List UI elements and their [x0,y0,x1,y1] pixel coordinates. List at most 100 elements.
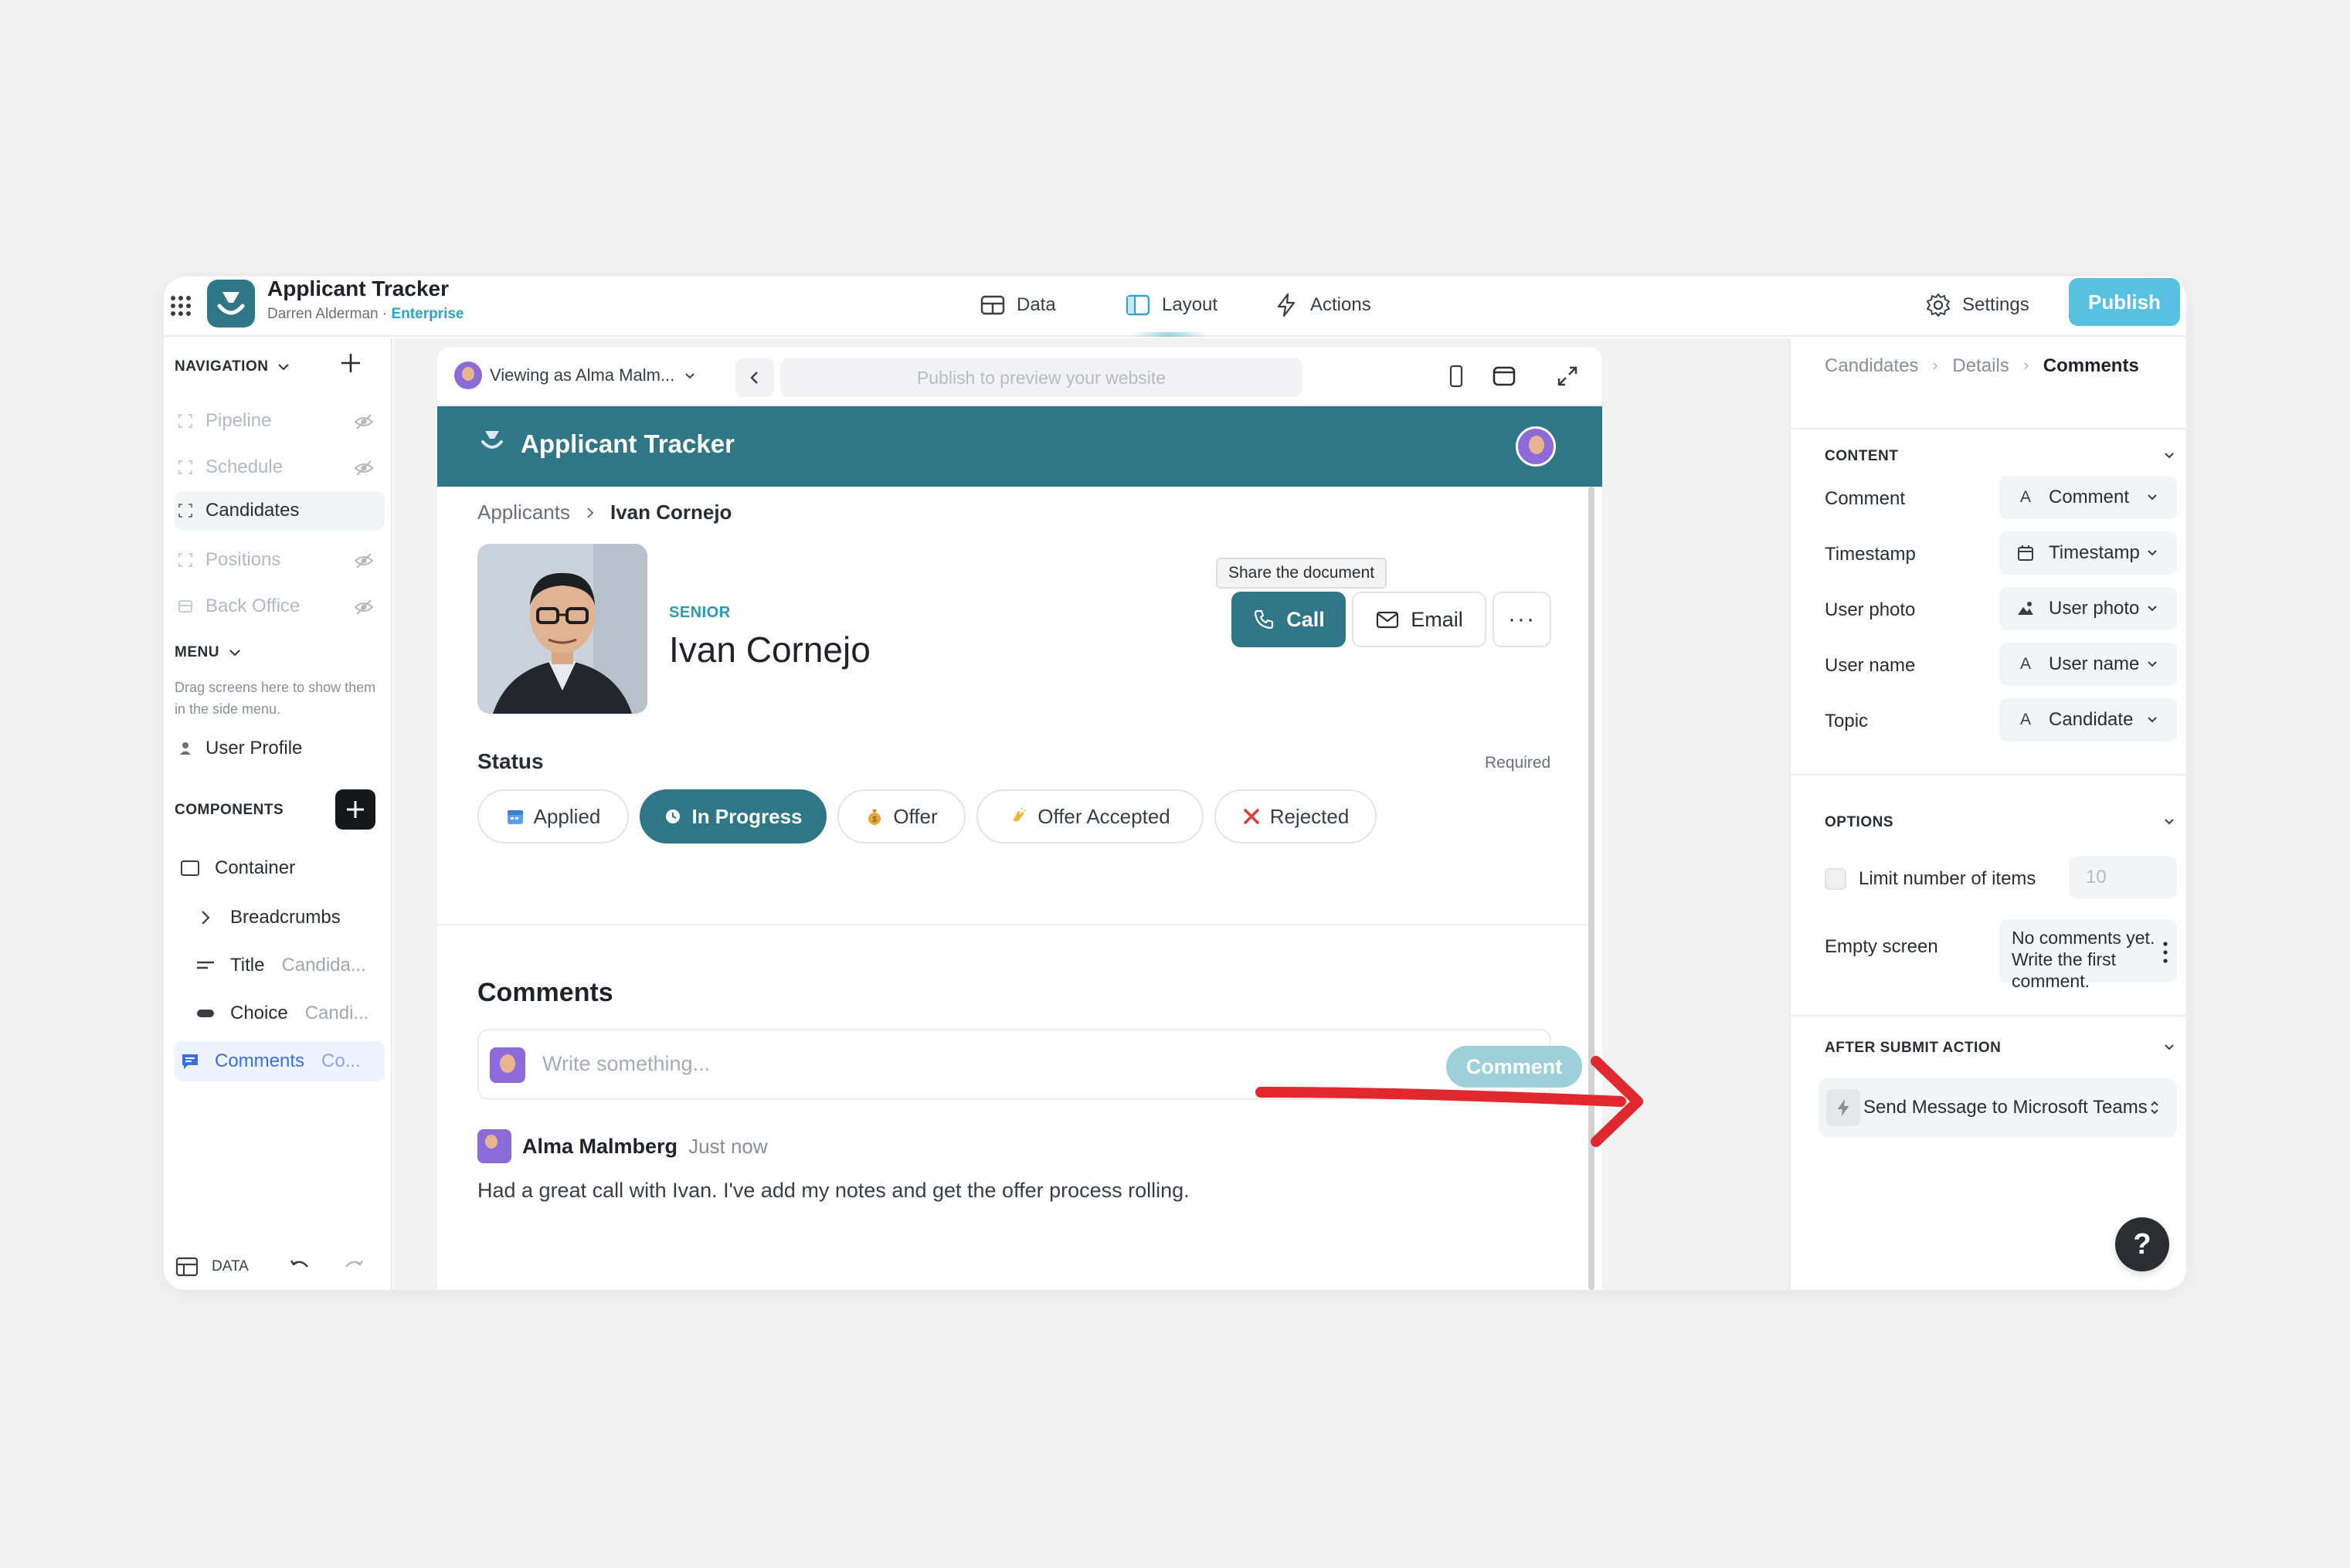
menu-item-user-profile[interactable]: User Profile [175,729,385,768]
sidebar-item-label: Candidates [205,500,300,521]
owner-name: Darren Alderman [267,306,379,322]
status-chip-in-progress[interactable]: In Progress [640,789,827,843]
back-button[interactable] [735,358,774,397]
eye-off-icon[interactable] [354,412,374,432]
empty-screen-input[interactable]: No comments yet. Write the first comment… [1999,919,2177,991]
chevron-down-icon [278,364,290,371]
screen-icon [178,460,192,474]
data-footer-label[interactable]: DATA [212,1258,249,1275]
component-title[interactable]: Title Candida... [175,945,385,986]
status-chip-rejected[interactable]: Rejected [1214,789,1377,843]
select-value: User name [2049,653,2140,674]
status-chip-applied[interactable]: Applied [477,789,629,843]
chevron-down-icon[interactable] [2162,448,2177,463]
status-chip-offer[interactable]: $ Offer [837,789,966,843]
avatar [490,1047,525,1083]
call-button[interactable]: Call [1231,592,1346,647]
content-section-heading[interactable]: CONTENT [1825,448,1898,465]
chevron-left-icon [750,372,758,384]
sidebar-item-schedule[interactable]: Schedule [175,448,385,487]
email-button[interactable]: Email [1352,592,1486,647]
breadcrumb: Applicants Ivan Cornejo [477,501,732,524]
comment-source-select[interactable]: A Comment [1999,476,2177,519]
component-label: Choice [230,1003,288,1023]
field-label: Comment [1825,488,1906,509]
chevron-right-icon [587,507,594,518]
settings-label: Settings [1962,294,2029,315]
component-breadcrumbs[interactable]: Breadcrumbs [175,898,385,938]
clap-icon [1013,807,1027,822]
status-chip-label: Offer Accepted [1037,804,1170,828]
sidebar-item-back-office[interactable]: Back Office [175,587,385,626]
text-type-icon: A [2019,488,2031,506]
user-name-source-select[interactable]: A User name [1999,643,2177,686]
preview-app-title: Applicant Tracker [521,429,735,458]
component-choice[interactable]: Choice Candi... [175,993,385,1033]
comment-text: Had a great call with Ivan. I've add my … [477,1179,1190,1202]
add-screen-icon[interactable] [338,351,363,375]
more-vertical-icon[interactable] [2163,941,2168,964]
avatar[interactable] [1516,426,1556,467]
breadcrumb-current: Ivan Cornejo [610,501,732,524]
divider [1791,774,2186,776]
menu-heading[interactable]: MENU [175,644,243,661]
app-window: Applicant Tracker Darren Alderman · Ente… [164,277,2186,1290]
app-name: Applicant Tracker [267,277,449,300]
candidate-level-tag: SENIOR [669,604,731,621]
after-submit-section-heading[interactable]: AFTER SUBMIT ACTION [1825,1040,2001,1057]
component-container[interactable]: Container [175,848,385,888]
app-logo-icon [217,292,245,315]
tab-actions[interactable]: Actions [1273,287,1371,323]
status-chip-label: In Progress [691,804,803,828]
desktop-icon[interactable] [1491,363,1517,389]
publish-button[interactable]: Publish [2069,278,2180,326]
field-label: Timestamp [1825,544,1916,565]
tab-layout[interactable]: Layout [1125,287,1217,323]
field-label: User name [1825,655,1916,676]
help-button[interactable]: ? [2115,1217,2169,1271]
undo-icon[interactable] [287,1254,312,1279]
components-heading: COMPONENTS [175,802,284,819]
status-chip-offer-accepted[interactable]: Offer Accepted [976,789,1204,843]
eye-off-icon[interactable] [354,551,374,571]
tab-data[interactable]: Data [980,287,1056,323]
title-icon [197,961,214,969]
properties-panel: Candidates Details Comments CONTENT Comm… [1789,338,2186,1290]
user-photo-source-select[interactable]: User photo [1999,587,2177,630]
limit-items-input[interactable]: 10 [2069,856,2177,899]
apps-grid-icon[interactable] [167,292,195,320]
field-label: Topic [1825,711,1869,731]
table-icon [980,295,1005,315]
component-comments[interactable]: Comments Co... [175,1041,385,1081]
topic-source-select[interactable]: A Candidate [1999,698,2177,742]
timestamp-source-select[interactable]: Timestamp [1999,531,2177,575]
more-actions-button[interactable]: ··· [1493,592,1551,647]
table-icon[interactable] [175,1254,199,1279]
sidebar-item-positions[interactable]: Positions [175,541,385,579]
breadcrumb-item[interactable]: Candidates [1825,355,1918,377]
scrollbar[interactable] [1588,487,1594,1290]
eye-off-icon[interactable] [354,458,374,478]
avatar [454,361,482,389]
expand-icon[interactable] [1554,363,1581,389]
navigation-heading[interactable]: NAVIGATION [175,358,291,375]
mobile-icon[interactable] [1443,363,1469,389]
settings-button[interactable]: Settings [1925,287,2029,323]
after-submit-action-select[interactable]: Send Message to Microsoft Teams [1819,1078,2177,1137]
breadcrumb-root[interactable]: Applicants [477,501,570,524]
eye-off-icon[interactable] [354,597,374,617]
add-component-button[interactable] [335,789,375,830]
viewing-as-selector[interactable]: Viewing as Alma Malm... [454,361,698,389]
breadcrumb-item[interactable]: Details [1952,355,2009,377]
chevron-down-icon[interactable] [2162,814,2177,830]
chevron-down-icon[interactable] [2162,1040,2177,1055]
limit-items-checkbox[interactable] [1825,868,1846,890]
money-bag-icon: $ [868,809,881,825]
redo-icon[interactable] [341,1254,366,1279]
chevron-down-icon [2148,717,2157,723]
options-section-heading[interactable]: OPTIONS [1825,814,1893,831]
sidebar-item-pipeline[interactable]: Pipeline [175,402,385,440]
chevron-up-down-icon [2151,1101,2158,1115]
preview-url-bar[interactable]: Publish to preview your website [780,358,1302,397]
sidebar-item-candidates[interactable]: Candidates [175,491,385,530]
